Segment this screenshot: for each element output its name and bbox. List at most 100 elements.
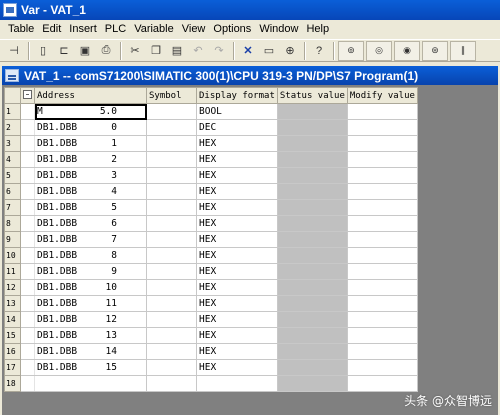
undo-icon[interactable]: ↶ [188, 41, 208, 61]
row-number[interactable]: 18 [4, 375, 21, 392]
update-modify-icon[interactable]: ⊛ [422, 40, 448, 61]
column-header-address[interactable]: Address [34, 87, 147, 104]
row-number[interactable]: 7 [4, 199, 21, 216]
address-cell[interactable]: DB1.DBB 11 [34, 295, 147, 312]
menu-edit[interactable]: Edit [38, 23, 65, 35]
new-icon[interactable]: ▯ [33, 41, 53, 61]
table-row[interactable]: 18 [4, 375, 418, 392]
symbol-cell[interactable] [146, 247, 197, 264]
display-format-cell[interactable]: BOOL [196, 103, 278, 120]
address-cell[interactable]: DB1.DBB 6 [34, 215, 147, 232]
address-cell[interactable]: DB1.DBB 13 [34, 327, 147, 344]
row-number[interactable]: 4 [4, 151, 21, 168]
modify-value-cell[interactable] [346, 215, 418, 232]
display-format-cell[interactable]: HEX [196, 295, 278, 312]
display-format-cell[interactable]: HEX [196, 311, 278, 328]
address-cell[interactable]: DB1.DBB 4 [34, 183, 147, 200]
symbol-cell[interactable] [146, 199, 197, 216]
modify-value-cell[interactable] [346, 247, 418, 264]
symbol-cell[interactable] [146, 103, 197, 120]
menu-help[interactable]: Help [302, 23, 333, 35]
row-number[interactable]: 9 [4, 231, 21, 248]
row-number[interactable]: 10 [4, 247, 21, 264]
print-icon[interactable]: ⎙ [96, 41, 116, 61]
table-row[interactable]: 11 DB1.DBB 9 HEX [4, 263, 418, 280]
menu-window[interactable]: Window [255, 23, 302, 35]
modify-value-cell[interactable] [346, 183, 418, 200]
symbol-cell[interactable] [146, 231, 197, 248]
symbol-cell[interactable] [146, 119, 197, 136]
display-format-cell[interactable] [196, 375, 278, 392]
symbol-cell[interactable] [146, 183, 197, 200]
display-format-cell[interactable]: HEX [196, 343, 278, 360]
table-row[interactable]: 9 DB1.DBB 7 HEX [4, 231, 418, 248]
display-format-cell[interactable]: HEX [196, 359, 278, 376]
force-icon[interactable]: ∥ [450, 40, 476, 61]
table-row[interactable]: 7 DB1.DBB 5 HEX [4, 199, 418, 216]
address-cell[interactable]: DB1.DBB 2 [34, 151, 147, 168]
table-row[interactable]: 6 DB1.DBB 4 HEX [4, 183, 418, 200]
address-cell[interactable]: DB1.DBB 14 [34, 343, 147, 360]
save-icon[interactable]: ▣ [75, 41, 95, 61]
menu-insert[interactable]: Insert [65, 23, 101, 35]
symbol-cell[interactable] [146, 375, 197, 392]
display-format-cell[interactable]: HEX [196, 167, 278, 184]
address-cell[interactable]: DB1.DBB 0 [34, 119, 147, 136]
address-cell[interactable]: DB1.DBB 10 [34, 279, 147, 296]
modify-value-cell[interactable] [346, 231, 418, 248]
table-row[interactable]: 1 M 5.0 BOOL [4, 103, 418, 120]
row-number[interactable]: 13 [4, 295, 21, 312]
symbol-cell[interactable] [146, 279, 197, 296]
symbol-cell[interactable] [146, 359, 197, 376]
table-row[interactable]: 2 DB1.DBB 0 DEC [4, 119, 418, 136]
address-cell[interactable]: DB1.DBB 9 [34, 263, 147, 280]
modify-variable-icon[interactable]: ◉ [394, 40, 420, 61]
display-format-cell[interactable]: HEX [196, 215, 278, 232]
open-icon[interactable]: ⊏ [54, 41, 74, 61]
modify-value-cell[interactable] [346, 151, 418, 168]
paste-icon[interactable]: ▤ [167, 41, 187, 61]
delete-icon[interactable]: ✕ [238, 41, 258, 61]
modify-value-cell[interactable] [346, 279, 418, 296]
modify-value-cell[interactable] [346, 295, 418, 312]
address-cell[interactable]: DB1.DBB 3 [34, 167, 147, 184]
symbol-cell[interactable] [146, 263, 197, 280]
symbol-cell[interactable] [146, 327, 197, 344]
symbol-cell[interactable] [146, 135, 197, 152]
row-number[interactable]: 15 [4, 327, 21, 344]
menu-plc[interactable]: PLC [101, 23, 130, 35]
menu-variable[interactable]: Variable [130, 23, 178, 35]
modify-value-cell[interactable] [346, 311, 418, 328]
modify-value-cell[interactable] [346, 167, 418, 184]
address-cell[interactable]: DB1.DBB 8 [34, 247, 147, 264]
display-format-cell[interactable]: HEX [196, 263, 278, 280]
monitor-variable-icon[interactable]: ⊚ [338, 40, 364, 61]
display-format-cell[interactable]: HEX [196, 247, 278, 264]
row-number[interactable]: 2 [4, 119, 21, 136]
corner-cell[interactable] [4, 87, 21, 104]
update-monitor-icon[interactable]: ◎ [366, 40, 392, 61]
table-row[interactable]: 14 DB1.DBB 12 HEX [4, 311, 418, 328]
address-cell[interactable]: DB1.DBB 7 [34, 231, 147, 248]
display-format-cell[interactable]: DEC [196, 119, 278, 136]
display-format-cell[interactable]: HEX [196, 279, 278, 296]
cut-icon[interactable]: ✂ [125, 41, 145, 61]
modify-value-cell[interactable] [346, 135, 418, 152]
table-row[interactable]: 10 DB1.DBB 8 HEX [4, 247, 418, 264]
context-help-icon[interactable]: ? [309, 41, 329, 61]
column-header-status-value[interactable]: Status value [276, 87, 348, 104]
table-row[interactable]: 16 DB1.DBB 14 HEX [4, 343, 418, 360]
display-format-cell[interactable]: HEX [196, 135, 278, 152]
modify-value-cell[interactable] [346, 199, 418, 216]
display-format-cell[interactable]: HEX [196, 327, 278, 344]
modify-value-cell[interactable] [346, 359, 418, 376]
display-format-cell[interactable]: HEX [196, 199, 278, 216]
row-number[interactable]: 1 [4, 103, 21, 120]
column-header-display-format[interactable]: Display format [196, 87, 278, 104]
display-format-cell[interactable]: HEX [196, 183, 278, 200]
address-cell[interactable]: DB1.DBB 1 [34, 135, 147, 152]
monitor-icon[interactable]: ▭ [259, 41, 279, 61]
address-cell[interactable] [34, 375, 147, 392]
table-row[interactable]: 3 DB1.DBB 1 HEX [4, 135, 418, 152]
row-number[interactable]: 5 [4, 167, 21, 184]
